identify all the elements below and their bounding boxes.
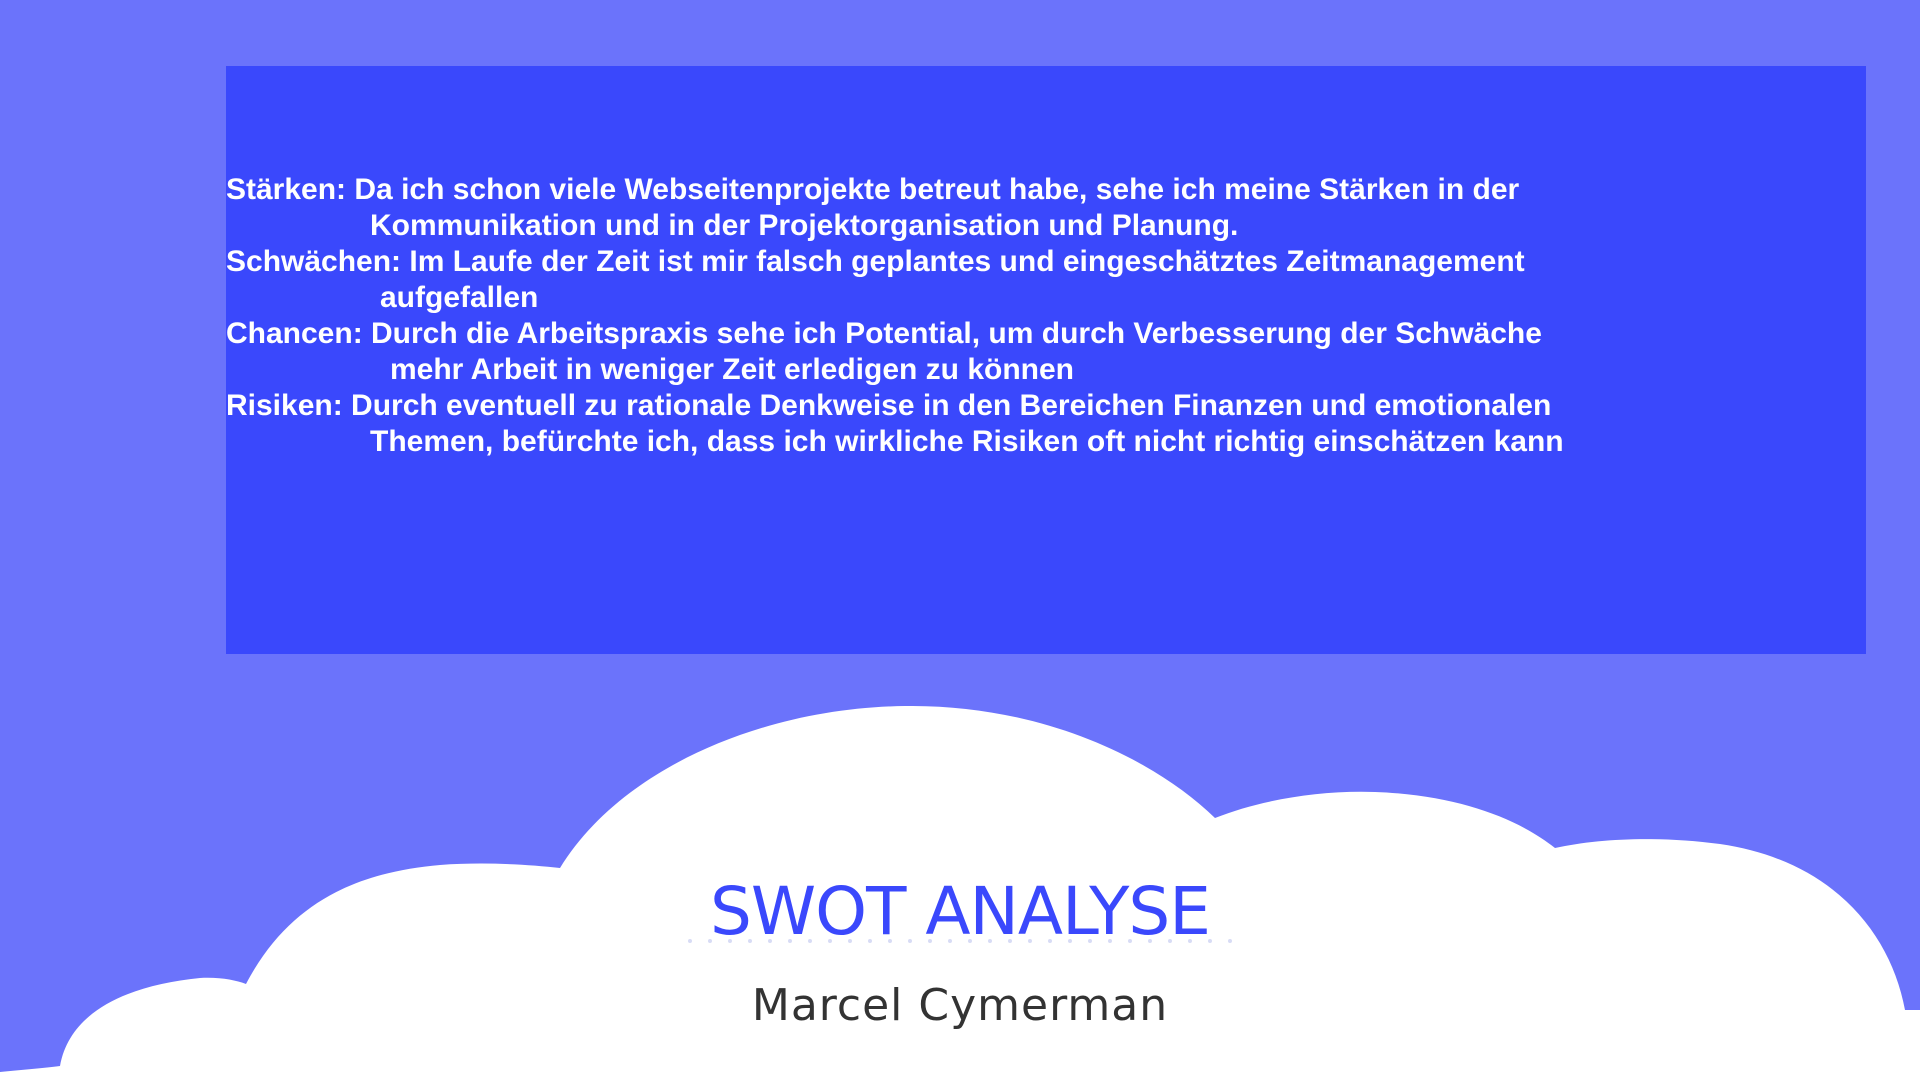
swot-item-staerken: Stärken: Da ich schon viele Webseitenpro… [226, 172, 1866, 244]
swot-line: Chancen: Durch die Arbeitspraxis sehe ic… [226, 317, 1542, 350]
swot-line: Kommunikation und in der Projektorganisa… [370, 209, 1239, 242]
swot-item-schwaechen: Schwächen: Im Laufe der Zeit ist mir fal… [226, 244, 1866, 316]
swot-line: Risiken: Durch eventuell zu rationale De… [226, 389, 1552, 422]
swot-line: Themen, befürchte ich, dass ich wirklich… [370, 425, 1564, 458]
slide-author: Marcel Cymerman [751, 980, 1169, 1031]
slide: Stärken: Da ich schon viele Webseitenpro… [0, 0, 1920, 1080]
swot-line: aufgefallen [380, 281, 539, 314]
swot-text-box: Stärken: Da ich schon viele Webseitenpro… [226, 66, 1866, 654]
swot-item-risiken: Risiken: Durch eventuell zu rationale De… [226, 388, 1866, 460]
swot-line: Schwächen: Im Laufe der Zeit ist mir fal… [226, 245, 1525, 278]
swot-line: Stärken: Da ich schon viele Webseitenpro… [226, 173, 1520, 206]
swot-item-chancen: Chancen: Durch die Arbeitspraxis sehe ic… [226, 316, 1866, 388]
swot-line: mehr Arbeit in weniger Zeit erledigen zu… [390, 353, 1074, 386]
swot-list: Stärken: Da ich schon viele Webseitenpro… [226, 172, 1866, 460]
slide-title: SWOT ANALYSE [710, 873, 1211, 950]
